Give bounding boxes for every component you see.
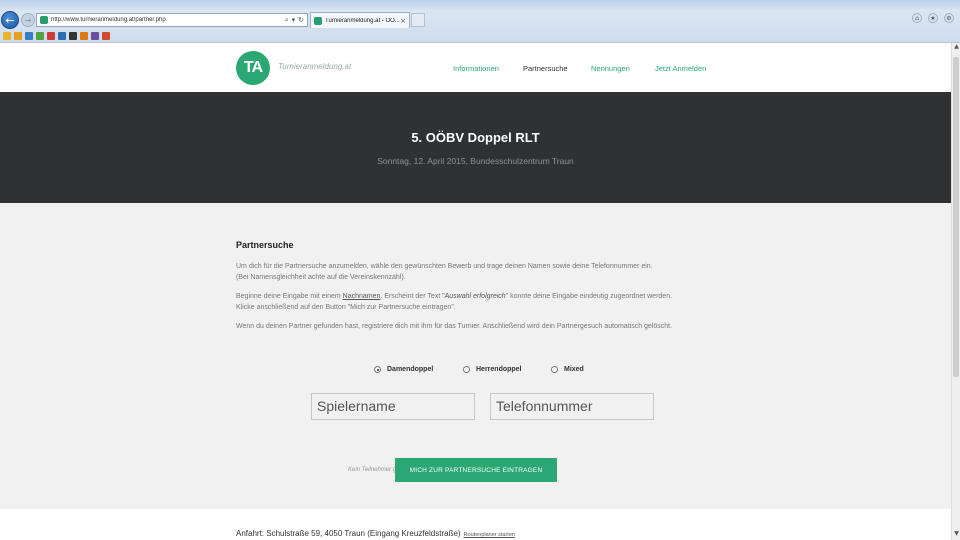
address-url[interactable]: http://www.turnieranmeldung.at/partner.p… — [51, 17, 285, 23]
browser-tab[interactable]: Turnieranmeldung.at - OÖ... × — [310, 12, 410, 28]
instructions-text: . Erscheint der Text " — [380, 293, 445, 300]
page-viewport: TA Turnieranmeldung.at Informationen Par… — [0, 43, 951, 540]
favorite-shortcut-icon[interactable] — [36, 32, 44, 40]
radio-label[interactable]: Mixed — [564, 366, 584, 373]
back-button[interactable]: ← — [1, 11, 19, 29]
instructions-paragraph-3: Wenn du deinen Partner gefunden hast, re… — [236, 323, 673, 330]
site-favicon-icon — [40, 16, 48, 24]
emphasis-auswahl: Auswahl erfolgreich — [444, 293, 506, 300]
forward-button[interactable]: → — [21, 13, 35, 27]
favorite-shortcut-icon[interactable] — [58, 32, 66, 40]
favorite-shortcut-icon[interactable] — [91, 32, 99, 40]
favorite-shortcut-icon[interactable] — [25, 32, 33, 40]
favorite-shortcut-icon[interactable] — [102, 32, 110, 40]
submit-partner-search-button[interactable]: MICH ZUR PARTNERSUCHE EINTRAGEN — [395, 458, 557, 482]
directions-text: Anfahrt: Schulstraße 59, 4050 Traun (Ein… — [236, 529, 515, 538]
player-name-input[interactable]: Spielername — [311, 393, 475, 420]
instructions-line: Um dich für die Partnersuche anzumelden,… — [236, 263, 653, 270]
nav-partnersuche[interactable]: Partnersuche — [523, 64, 568, 73]
emphasis-nachnamen: Nachnamen — [342, 293, 381, 300]
settings-gear-icon[interactable]: ⚙ — [944, 13, 954, 23]
directions-footer: Anfahrt: Schulstraße 59, 4050 Traun (Ein… — [0, 509, 951, 540]
address-bar[interactable]: http://www.turnieranmeldung.at/partner.p… — [36, 13, 308, 27]
favorite-shortcut-icon[interactable] — [3, 32, 11, 40]
tab-title: Turnieranmeldung.at - OÖ... — [325, 17, 400, 24]
radio-button-icon[interactable] — [374, 366, 381, 373]
radio-button-icon[interactable] — [551, 366, 558, 373]
instructions-paragraph-2: Beginne deine Eingabe mit einem Nachname… — [236, 291, 736, 313]
radio-damendoppel[interactable]: Damendoppel — [374, 366, 433, 373]
page-scrollbar[interactable]: ▲ ▼ — [951, 43, 960, 540]
section-title: Partnersuche — [236, 240, 294, 250]
favorites-bar — [0, 30, 960, 42]
favorite-shortcut-icon[interactable] — [47, 32, 55, 40]
site-header: TA Turnieranmeldung.at Informationen Par… — [0, 43, 951, 92]
new-tab-button[interactable] — [411, 13, 425, 27]
home-icon[interactable]: ⌂ — [912, 13, 922, 23]
instructions-line: Klicke anschließend auf den Button "Mich… — [236, 304, 456, 311]
back-arrow-icon: ← — [5, 13, 15, 27]
partner-search-section: Partnersuche Um dich für die Partnersuch… — [0, 203, 951, 509]
search-icon[interactable]: ⌕ — [285, 16, 289, 25]
event-subtitle: Sonntag, 12. April 2015, Bundesschulzent… — [377, 156, 574, 166]
route-planner-link[interactable]: Routenplaner starten — [464, 532, 515, 538]
radio-label[interactable]: Herrendoppel — [476, 366, 522, 373]
nav-informationen[interactable]: Informationen — [453, 64, 499, 73]
favorite-shortcut-icon[interactable] — [69, 32, 77, 40]
radio-herrendoppel[interactable]: Herrendoppel — [463, 366, 522, 373]
radio-button-icon[interactable] — [463, 366, 470, 373]
browser-chrome: ← → http://www.turnieranmeldung.at/partn… — [0, 0, 960, 43]
radio-mixed[interactable]: Mixed — [551, 366, 584, 373]
site-brand-text: Turnieranmeldung.at — [278, 62, 352, 71]
favorite-shortcut-icon[interactable] — [14, 32, 22, 40]
scroll-down-icon[interactable]: ▼ — [952, 530, 960, 540]
window-title-strip — [0, 0, 960, 10]
nav-nennungen[interactable]: Nennungen — [591, 64, 630, 73]
hero-banner: 5. OÖBV Doppel RLT Sonntag, 12. April 20… — [0, 92, 951, 203]
favorite-shortcut-icon[interactable] — [80, 32, 88, 40]
scroll-up-icon[interactable]: ▲ — [952, 43, 960, 53]
tab-close-icon[interactable]: × — [400, 17, 409, 25]
instructions-text: Beginne deine Eingabe mit einem — [236, 293, 343, 300]
directions-address: Anfahrt: Schulstraße 59, 4050 Traun (Ein… — [236, 529, 461, 538]
favorites-star-icon[interactable]: ★ — [928, 13, 938, 23]
instructions-paragraph-1: Um dich für die Partnersuche anzumelden,… — [236, 261, 736, 283]
scroll-thumb[interactable] — [953, 57, 959, 377]
event-title: 5. OÖBV Doppel RLT — [411, 130, 540, 145]
phone-number-input[interactable]: Telefonnummer — [490, 393, 654, 420]
instructions-line: (Bei Namensgleichheit achte auf die Vere… — [236, 274, 406, 281]
site-logo[interactable]: TA — [236, 51, 270, 85]
radio-label[interactable]: Damendoppel — [387, 366, 433, 373]
dropdown-icon[interactable]: ▾ — [292, 16, 296, 25]
instructions-text: " konnte deine Eingabe eindeutig zugeord… — [505, 293, 673, 300]
refresh-icon[interactable]: ↻ — [298, 16, 304, 25]
tab-favicon-icon — [314, 16, 322, 25]
forward-arrow-icon: → — [24, 15, 32, 25]
nav-jetzt-anmelden[interactable]: Jetzt Anmelden — [655, 64, 706, 73]
